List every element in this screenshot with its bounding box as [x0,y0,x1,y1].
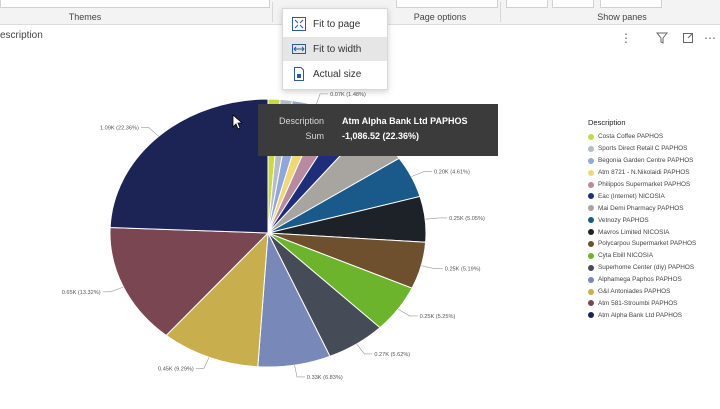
legend-marker [588,157,594,164]
legend-marker [588,276,594,283]
leader-line [425,217,448,220]
legend-label: Mavros Limited NICOSIA [598,228,670,236]
menu-item-label: Fit to page [313,18,361,30]
data-label: 0.33K (6.83%) [307,375,343,381]
legend-label: Begonia Garden Centre PAPHOS [598,157,694,165]
legend-marker [588,252,594,259]
legend-item[interactable]: G&I Antoniades PAPHOS [588,286,718,298]
menu-item-fit-to-width[interactable]: Fit to width [283,37,387,61]
legend-marker [588,300,594,307]
legend-item[interactable]: Atm 8721 - N.Nikolaidi PAPHOS [588,167,718,179]
tooltip-key: Sum [305,131,324,141]
chart-tooltip: Description Atm Alpha Bank Ltd PAPHOS Su… [258,104,498,156]
legend-item[interactable]: Sports Direct Retail C PAPHOS [588,143,718,155]
tooltip-value: Atm Alpha Bank Ltd PAPHOS [342,116,468,126]
leader-line [356,343,373,355]
leader-line [421,265,443,269]
legend-label: Polycarpou Supermarket PAPHOS [598,240,697,248]
menu-item-label: Actual size [313,68,362,80]
data-label: 0.45K (9.29%) [158,366,194,372]
legend-marker [588,205,594,212]
legend-label: Atm 8721 - N.Nikolaidi PAPHOS [598,169,690,177]
actual-size-icon [294,67,304,81]
data-label: 0.25K (5.05%) [449,216,485,222]
data-label: 0.07K (1.48%) [330,92,366,98]
leader-line [140,127,159,137]
legend-title: Description [588,118,626,127]
data-label: 0.65K (13.32%) [62,290,101,296]
legend-item[interactable]: Mavros Limited NICOSIA [588,226,718,238]
legend-marker [588,288,594,295]
leader-line [411,171,433,177]
legend-label: Costa Coffee PAPHOS [598,133,664,141]
leader-line [195,357,210,369]
legend-item[interactable]: Eac (Internet) NICOSIA [588,190,718,202]
leader-line [294,365,305,378]
data-label: 0.25K (5.19%) [445,267,481,273]
legend-marker [588,145,594,152]
legend-item[interactable]: Polycarpou Supermarket PAPHOS [588,238,718,250]
legend-marker [588,193,594,200]
legend-label: Sports Direct Retail C PAPHOS [598,145,688,153]
legend-marker [588,181,594,188]
legend-label: Atm 581-Stroumbi PAPHOS [598,299,678,307]
legend-label: Philippos Supermarket PAPHOS [598,181,691,188]
legend-item[interactable]: Vetnozy PAPHOS [588,214,718,226]
legend-label: Cyta Ebill NICOSIA [598,252,654,260]
menu-item-fit-to-page[interactable]: Fit to page [283,12,387,36]
legend-label: Mai Demi Pharmacy PAPHOS [598,204,684,212]
pie-slice[interactable] [109,98,269,234]
leader-line [397,308,418,317]
legend-item[interactable]: Atm 581-Stroumbi PAPHOS [588,297,718,309]
legend-marker [588,133,594,140]
legend-marker [588,312,594,319]
mouse-cursor-icon [232,114,242,130]
legend-item[interactable]: Superhome Center (diy) PAPHOS [588,262,718,274]
leader-line [102,286,124,293]
legend-marker [588,217,594,224]
menu-item-actual-size[interactable]: Actual size [283,62,387,86]
legend-marker [588,264,594,271]
legend-label: Eac (Internet) NICOSIA [598,192,665,200]
legend-item[interactable]: Mai Demi Pharmacy PAPHOS [588,202,718,214]
fit-to-page-icon [292,17,306,31]
data-label: 0.27K (5.62%) [374,352,410,358]
tooltip-value: -1,086.52 (22.36%) [342,131,420,141]
legend-label: Atm Alpha Bank Ltd PAPHOS [598,311,683,319]
legend-label: Vetnozy PAPHOS [598,216,649,224]
tooltip-row: Sum -1,086.52 (22.36%) [258,131,498,145]
legend-item[interactable]: Begonia Garden Centre PAPHOS [588,155,718,167]
legend-label: Superhome Center (diy) PAPHOS [598,264,695,272]
tooltip-row: Description Atm Alpha Bank Ltd PAPHOS [258,116,498,130]
chart-legend: Description Costa Coffee PAPHOS Sports Di… [588,118,718,321]
data-label: 1.09K (22.36%) [100,126,139,132]
fit-to-width-icon [292,44,306,54]
legend-item[interactable]: Cyta Ebill NICOSIA [588,250,718,262]
legend-marker [588,240,594,247]
legend-item[interactable]: Costa Coffee PAPHOS [588,131,718,143]
legend-marker [588,229,594,236]
menu-item-label: Fit to width [313,43,362,55]
data-label: 0.20K (4.61%) [434,170,470,176]
legend-marker [588,169,594,176]
legend-label: G&I Antoniades PAPHOS [598,288,671,296]
tooltip-key: Description [278,116,324,126]
legend-item[interactable]: Atm Alpha Bank Ltd PAPHOS [588,309,718,321]
data-label: 0.25K (5.25%) [420,314,456,320]
legend-label: Alphamega Paphos PAPHOS [598,276,682,284]
view-menu: Fit to page Fit to width Actual size [282,8,388,90]
legend-item[interactable]: Alphamega Paphos PAPHOS [588,274,718,286]
legend-item[interactable]: Philippos Supermarket PAPHOS [588,179,718,191]
